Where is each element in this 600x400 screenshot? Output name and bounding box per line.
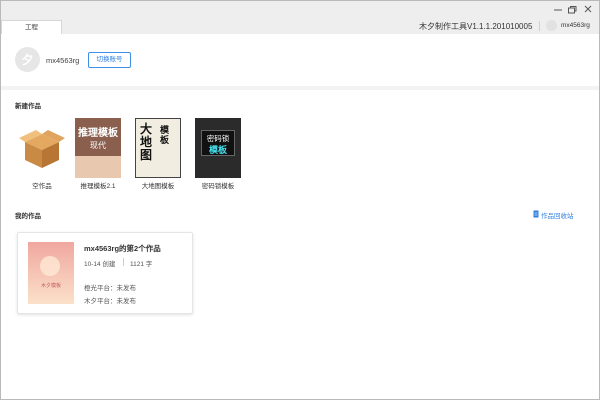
app-window: 工程 木夕制作工具V1.1.1.201010005 mx4563rg 夕 mx4… <box>0 0 600 400</box>
thumb-band <box>75 156 121 178</box>
title-bar: 工程 木夕制作工具V1.1.1.201010005 mx4563rg <box>1 1 599 34</box>
document-icon <box>533 210 539 218</box>
recycle-bin-label[interactable]: 作品回收站 <box>541 213 574 220</box>
work-created: 10-14 创建 <box>84 261 116 268</box>
avatar-icon: 夕 <box>21 52 33 67</box>
work-card[interactable]: 木夕模板 mx4563rg的第2个作品 10-14 创建 1121 字 橙光平台… <box>17 232 193 314</box>
avatar-icon[interactable] <box>546 20 557 31</box>
recycle-bin-link[interactable]: 作品回收站 <box>533 210 574 220</box>
template-thumbnail: 密码锁 模板 <box>195 118 241 178</box>
user-avatar: 夕 <box>15 47 40 72</box>
work-status-orange: 橙光平台：未发布 <box>84 285 136 292</box>
template-thumbnail: 推理模板 现代 <box>75 118 121 178</box>
work-word-count: 1121 字 <box>130 261 153 268</box>
thumb-subtitle: 模板 <box>160 125 170 145</box>
app-version: 木夕制作工具V1.1.1.201010005 <box>419 22 533 31</box>
close-icon[interactable] <box>581 4 595 16</box>
thumb-title: 推理模板 <box>78 128 118 139</box>
thumb-subtitle: 现代 <box>90 141 106 150</box>
meta-divider <box>123 258 124 266</box>
thumb-subtitle: 模板 <box>208 145 227 155</box>
thumb-title: 大地图 <box>140 122 153 162</box>
new-works-title: 新建作品 <box>15 103 41 110</box>
main-content: 新建作品 空作品 推理模板 现代 推理模板2.1 大地图 模板 大地图模板 密码… <box>1 90 599 399</box>
template-label: 密码锁模板 <box>201 183 235 190</box>
tab-project[interactable]: 工程 <box>1 20 62 34</box>
svg-text:夕: 夕 <box>21 52 33 67</box>
switch-account-button[interactable]: 切换账号 <box>88 52 131 68</box>
title-username[interactable]: mx4563rg <box>561 22 590 29</box>
template-thumbnail: 大地图 模板 <box>135 118 181 178</box>
work-title: mx4563rg的第2个作品 <box>84 244 161 253</box>
minimize-icon[interactable] <box>551 4 565 16</box>
template-label: 空作品 <box>32 183 52 190</box>
template-label: 大地图模板 <box>141 183 175 190</box>
account-bar: 夕 mx4563rg 切换账号 <box>1 34 599 86</box>
work-status-muxi: 木夕平台：未发布 <box>84 298 136 305</box>
work-cover: 木夕模板 <box>28 242 74 304</box>
template-label: 推理模板2.1 <box>80 183 116 190</box>
restore-icon[interactable] <box>565 4 579 16</box>
box-icon <box>19 130 65 168</box>
title-divider <box>539 21 540 31</box>
my-works-title: 我的作品 <box>15 213 41 220</box>
cover-text: 木夕模板 <box>40 283 61 289</box>
account-username: mx4563rg <box>46 56 80 65</box>
cover-decoration <box>40 256 60 276</box>
